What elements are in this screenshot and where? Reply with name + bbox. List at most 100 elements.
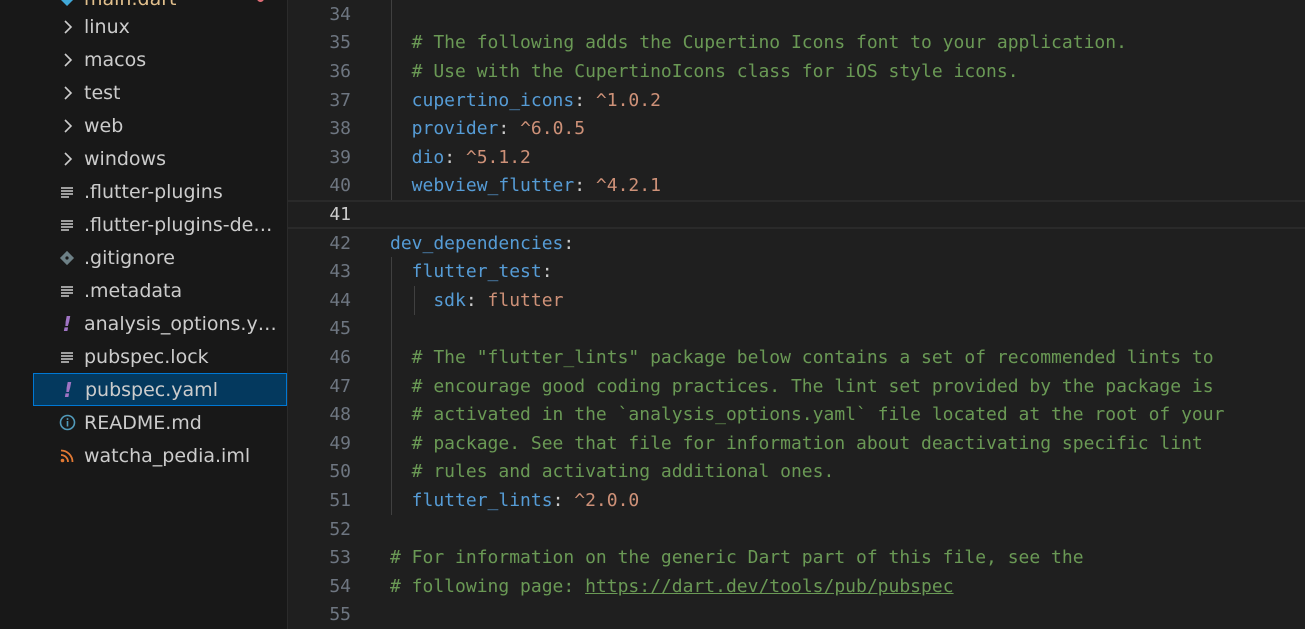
tree-folder-windows[interactable]: windows — [33, 142, 287, 175]
line-number: 53 — [329, 547, 351, 569]
code-line[interactable]: 35 # The following adds the Cupertino Ic… — [288, 29, 1305, 58]
line-number: 48 — [329, 404, 351, 426]
code-line[interactable]: 46 # The "flutter_lints" package below c… — [288, 343, 1305, 372]
line-number: 47 — [329, 375, 351, 397]
code-line[interactable]: 39 dio: ^5.1.2 — [288, 143, 1305, 172]
code-line[interactable]: 50 # rules and activating additional one… — [288, 458, 1305, 487]
indent-guide — [414, 286, 415, 315]
code-token: # package. See that file for information… — [390, 432, 1203, 454]
tree-file-metadata[interactable]: .metadata — [33, 274, 287, 307]
line-number: 51 — [329, 489, 351, 511]
indent-guide — [391, 257, 392, 515]
code-line[interactable]: 41 — [288, 200, 1305, 229]
code-token: : — [444, 146, 466, 168]
code-token: : — [498, 118, 521, 140]
line-number: 52 — [329, 518, 351, 540]
line-number: 50 — [329, 461, 351, 483]
code-text: webview_flutter: ^4.2.1 — [390, 175, 661, 196]
tree-file-pubspec-yaml[interactable]: ! pubspec.yaml — [33, 373, 287, 406]
line-number: 41 — [329, 203, 351, 225]
tree-item-label: web — [84, 114, 124, 137]
tree-file-watcha-pedia-iml[interactable]: watcha_pedia.iml — [33, 439, 287, 472]
chevron-right-icon — [61, 116, 75, 136]
code-line[interactable]: 51 flutter_lints: ^2.0.0 — [288, 486, 1305, 515]
line-number: 35 — [329, 32, 351, 54]
code-text: # package. See that file for information… — [390, 433, 1203, 454]
code-text: # The following adds the Cupertino Icons… — [390, 32, 1127, 53]
line-number: 44 — [329, 289, 351, 311]
chevron-right-icon — [61, 50, 75, 70]
code-token: ^1.0.2 — [595, 89, 661, 111]
code-token: # activated in the `analysis_options.yam… — [390, 404, 1225, 426]
line-number: 40 — [329, 175, 351, 197]
tree-item-label: watcha_pedia.iml — [84, 444, 251, 467]
tree-file-analysis-options-yaml[interactable]: ! analysis_options.yaml — [33, 307, 287, 340]
code-line[interactable]: 47 # encourage good coding practices. Th… — [288, 372, 1305, 401]
line-number: 42 — [329, 232, 351, 254]
code-line[interactable]: 42 dev_dependencies: — [288, 229, 1305, 258]
rss-icon — [57, 446, 77, 466]
code-line[interactable]: 40 webview_flutter: ^4.2.1 — [288, 172, 1305, 201]
tree-item-label: macos — [84, 48, 147, 71]
tree-folder-web[interactable]: web — [33, 109, 287, 142]
code-token: # The following adds the Cupertino Icons… — [390, 32, 1127, 54]
code-line[interactable]: 37 cupertino_icons: ^1.0.2 — [288, 86, 1305, 115]
code-editor[interactable]: 34 35 # The following adds the Cupertino … — [288, 0, 1305, 629]
line-number: 49 — [329, 432, 351, 454]
lines-file-icon — [57, 215, 77, 235]
tree-file-gitignore[interactable]: .gitignore — [33, 241, 287, 274]
code-line[interactable]: 45 — [288, 315, 1305, 344]
tree-folder-test[interactable]: test — [33, 76, 287, 109]
tree-item-label: test — [84, 81, 121, 104]
tree-item-label: main.dart — [84, 0, 176, 10]
code-line[interactable]: 54 # following page: https://dart.dev/too… — [288, 572, 1305, 601]
code-token: : — [574, 89, 596, 111]
code-text: # rules and activating additional ones. — [390, 461, 835, 482]
code-token: : — [574, 175, 596, 197]
indent-guide — [391, 0, 392, 201]
tree-file-flutter-plugins[interactable]: .flutter-plugins — [33, 175, 287, 208]
tree-folder-macos[interactable]: macos — [33, 43, 287, 76]
line-number: 37 — [329, 89, 351, 111]
code-line[interactable]: 44 sdk: flutter — [288, 286, 1305, 315]
line-number: 38 — [329, 118, 351, 140]
code-line[interactable]: 49 # package. See that file for informat… — [288, 429, 1305, 458]
code-line[interactable]: 52 — [288, 515, 1305, 544]
code-line[interactable]: 36 # Use with the CupertinoIcons class f… — [288, 57, 1305, 86]
chevron-right-icon — [61, 17, 75, 37]
code-token: ^2.0.0 — [574, 489, 640, 511]
yaml-exclamation-icon: ! — [63, 377, 73, 402]
code-line[interactable]: 38 provider: ^6.0.5 — [288, 114, 1305, 143]
code-text: # For information on the generic Dart pa… — [390, 547, 1084, 568]
tree-item-label: README.md — [84, 411, 202, 434]
chevron-right-icon — [61, 149, 75, 169]
line-number: 39 — [329, 146, 351, 168]
tree-item-label: pubspec.lock — [84, 345, 209, 368]
code-line[interactable]: 53 # For information on the generic Dart … — [288, 543, 1305, 572]
code-text: dio: ^5.1.2 — [390, 147, 531, 168]
code-text: sdk: flutter — [390, 290, 563, 311]
code-token: # The "flutter_lints" package below cont… — [390, 346, 1214, 368]
code-token: # encourage good coding practices. The l… — [390, 375, 1214, 397]
activity-bar — [0, 0, 34, 629]
tree-item-label: windows — [84, 147, 166, 170]
tree-file-pubspec-lock[interactable]: pubspec.lock — [33, 340, 287, 373]
tree-file-readme-md[interactable]: README.md — [33, 406, 287, 439]
code-line[interactable]: 43 flutter_test: — [288, 257, 1305, 286]
code-text: # The "flutter_lints" package below cont… — [390, 347, 1214, 368]
tree-file-flutter-plugins-depe[interactable]: .flutter-plugins-depe... — [33, 208, 287, 241]
url-link[interactable]: https://dart.dev/tools/pub/pubspec — [585, 576, 953, 597]
code-line[interactable]: 55 — [288, 601, 1305, 629]
line-number: 34 — [329, 3, 351, 25]
code-token: : — [541, 261, 553, 283]
code-token: ^4.2.1 — [595, 175, 661, 197]
tree-folder-linux[interactable]: linux — [33, 10, 287, 43]
code-token: flutter_test — [390, 261, 542, 283]
code-token: flutter_lints — [390, 489, 553, 511]
code-line[interactable]: 48 # activated in the `analysis_options.… — [288, 400, 1305, 429]
code-line[interactable]: 34 — [288, 0, 1305, 29]
code-token: flutter — [487, 289, 564, 311]
tree-item-label: .flutter-plugins — [84, 180, 223, 203]
code-text: # Use with the CupertinoIcons class for … — [390, 61, 1019, 82]
line-number: 43 — [329, 261, 351, 283]
